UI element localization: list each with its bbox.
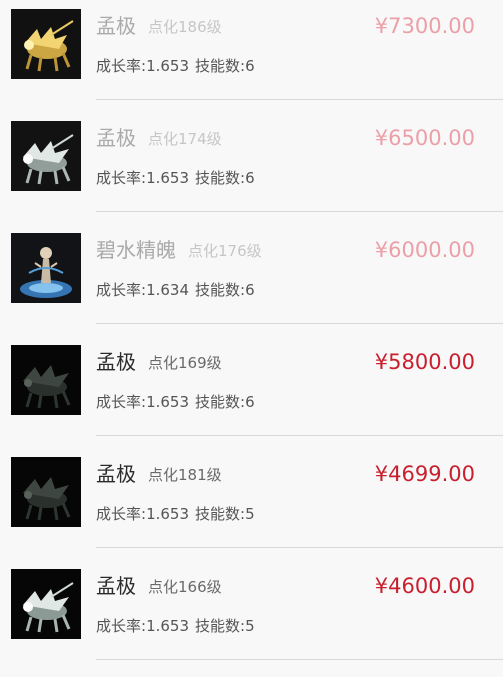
pet-stats: 成长率:1.634 技能数:6 xyxy=(96,281,255,299)
pet-listing-list: 孟极 点化186级 ¥7300.00 成长率:1.653 技能数:6 孟极 点化174… xyxy=(0,0,503,677)
water-spirit-icon xyxy=(11,233,81,303)
pet-stats: 成长率:1.653 技能数:5 xyxy=(96,617,255,635)
enhance-level: 点化176级 xyxy=(188,242,262,260)
pet-name: 孟极 点化186级 xyxy=(96,12,222,41)
divider xyxy=(96,323,503,324)
enhance-level: 点化181级 xyxy=(148,466,222,484)
pet-name: 孟极 点化181级 xyxy=(96,460,222,489)
listing-item[interactable]: 孟极 点化181级 ¥4699.00 成长率:1.653 技能数:5 xyxy=(0,448,503,560)
white-beast-icon xyxy=(11,121,81,191)
pet-stats: 成长率:1.653 技能数:5 xyxy=(96,505,255,523)
growth-rate: 1.653 xyxy=(146,617,190,635)
white-beast-icon xyxy=(11,569,81,639)
growth-rate: 1.653 xyxy=(146,169,190,187)
skill-count: 6 xyxy=(245,281,255,299)
pet-name: 孟极 点化174级 xyxy=(96,124,222,153)
divider xyxy=(96,211,503,212)
enhance-level: 点化174级 xyxy=(148,130,222,148)
pet-name: 孟极 点化169级 xyxy=(96,348,222,377)
skill-count: 6 xyxy=(245,169,255,187)
price: ¥7300.00 xyxy=(374,14,475,38)
growth-rate: 1.634 xyxy=(146,281,190,299)
listing-item[interactable]: 孟极 点化186级 ¥7300.00 成长率:1.653 技能数:6 xyxy=(0,0,503,112)
listing-item[interactable]: 孟极 点化166级 ¥4600.00 成长率:1.653 技能数:5 xyxy=(0,560,503,672)
enhance-level: 点化166级 xyxy=(148,578,222,596)
price: ¥6500.00 xyxy=(374,126,475,150)
listing-item[interactable]: 孟极 点化174级 ¥6500.00 成长率:1.653 技能数:6 xyxy=(0,112,503,224)
price: ¥4600.00 xyxy=(374,574,475,598)
pet-name: 碧水精魄 点化176级 xyxy=(96,236,262,265)
skill-count: 5 xyxy=(245,505,255,523)
divider xyxy=(96,659,503,660)
dark-beast-icon xyxy=(11,457,81,527)
skill-count: 5 xyxy=(245,617,255,635)
pet-stats: 成长率:1.653 技能数:6 xyxy=(96,57,255,75)
enhance-level: 点化186级 xyxy=(148,18,222,36)
divider xyxy=(96,435,503,436)
enhance-level: 点化169级 xyxy=(148,354,222,372)
dark-beast-icon xyxy=(11,345,81,415)
listing-item[interactable]: 碧水精魄 点化176级 ¥6000.00 成长率:1.634 技能数:6 xyxy=(0,224,503,336)
growth-rate: 1.653 xyxy=(146,393,190,411)
price: ¥6000.00 xyxy=(374,238,475,262)
skill-count: 6 xyxy=(245,57,255,75)
price: ¥4699.00 xyxy=(374,462,475,486)
golden-beast-icon xyxy=(11,9,81,79)
price: ¥5800.00 xyxy=(374,350,475,374)
divider xyxy=(96,99,503,100)
pet-name: 孟极 点化166级 xyxy=(96,572,222,601)
growth-rate: 1.653 xyxy=(146,57,190,75)
pet-stats: 成长率:1.653 技能数:6 xyxy=(96,393,255,411)
divider xyxy=(96,547,503,548)
skill-count: 6 xyxy=(245,393,255,411)
pet-stats: 成长率:1.653 技能数:6 xyxy=(96,169,255,187)
listing-item[interactable]: 孟极 点化169级 ¥5800.00 成长率:1.653 技能数:6 xyxy=(0,336,503,448)
growth-rate: 1.653 xyxy=(146,505,190,523)
